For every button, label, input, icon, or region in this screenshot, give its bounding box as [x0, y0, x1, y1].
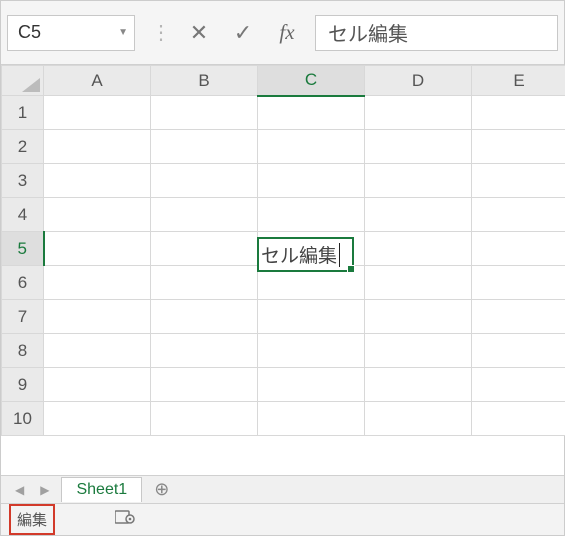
cell[interactable] — [151, 402, 258, 436]
cell[interactable] — [258, 402, 365, 436]
column-header-d[interactable]: D — [365, 66, 472, 96]
column-header-b[interactable]: B — [151, 66, 258, 96]
cell[interactable] — [365, 402, 472, 436]
cell[interactable] — [151, 164, 258, 198]
formula-bar: C5 ▼ ⋮ ✕ ✓ fx セル編集 — [1, 1, 564, 65]
cell[interactable] — [365, 232, 472, 266]
cell[interactable] — [44, 368, 151, 402]
row-header-4[interactable]: 4 — [2, 198, 44, 232]
cell[interactable] — [472, 368, 565, 402]
cell[interactable] — [151, 130, 258, 164]
cell[interactable] — [365, 198, 472, 232]
cell[interactable] — [472, 402, 565, 436]
cell[interactable] — [258, 96, 365, 130]
cell[interactable] — [472, 164, 565, 198]
cell[interactable] — [365, 164, 472, 198]
row-header-7[interactable]: 7 — [2, 300, 44, 334]
cell[interactable] — [151, 198, 258, 232]
cell[interactable] — [151, 266, 258, 300]
active-cell-editor[interactable]: セル編集 — [257, 237, 354, 272]
cell[interactable] — [365, 300, 472, 334]
next-sheet-icon[interactable]: ▶ — [32, 483, 57, 497]
cell[interactable] — [365, 130, 472, 164]
cell[interactable] — [472, 300, 565, 334]
cell[interactable] — [44, 198, 151, 232]
cell[interactable] — [365, 334, 472, 368]
cell[interactable] — [258, 164, 365, 198]
cell[interactable] — [151, 232, 258, 266]
prev-sheet-icon[interactable]: ◀ — [7, 483, 32, 497]
cell[interactable] — [151, 334, 258, 368]
active-cell-value: セル編集 — [261, 241, 337, 268]
cell[interactable] — [44, 334, 151, 368]
cell[interactable] — [151, 300, 258, 334]
row-header-10[interactable]: 10 — [2, 402, 44, 436]
row-header-5[interactable]: 5 — [2, 232, 44, 266]
row-header-9[interactable]: 9 — [2, 368, 44, 402]
macro-record-icon[interactable] — [115, 509, 135, 530]
insert-function-icon[interactable]: fx — [275, 20, 299, 45]
name-box-dropdown-icon[interactable]: ▼ — [118, 28, 128, 38]
row-header-3[interactable]: 3 — [2, 164, 44, 198]
add-sheet-icon[interactable]: ⊕ — [146, 479, 177, 500]
spreadsheet-grid[interactable]: A B C D E 1 2 3 4 5 6 7 8 9 10 セル編集 — [1, 65, 564, 436]
cell[interactable] — [258, 300, 365, 334]
status-bar: 編集 — [1, 503, 564, 535]
cell[interactable] — [472, 130, 565, 164]
cell[interactable] — [44, 402, 151, 436]
column-header-e[interactable]: E — [472, 66, 565, 96]
column-header-a[interactable]: A — [44, 66, 151, 96]
cell[interactable] — [365, 96, 472, 130]
formula-bar-buttons: ✕ ✓ fx — [187, 20, 305, 46]
cell[interactable] — [472, 266, 565, 300]
cell[interactable] — [258, 368, 365, 402]
cell[interactable] — [258, 198, 365, 232]
text-caret — [339, 243, 340, 267]
cell[interactable] — [258, 130, 365, 164]
row-header-1[interactable]: 1 — [2, 96, 44, 130]
cell[interactable] — [44, 232, 151, 266]
formula-input-value: セル編集 — [328, 18, 408, 47]
column-header-c[interactable]: C — [258, 66, 365, 96]
cell[interactable] — [151, 96, 258, 130]
cell[interactable] — [472, 334, 565, 368]
cell[interactable] — [472, 232, 565, 266]
formula-input[interactable]: セル編集 — [315, 15, 558, 51]
name-box[interactable]: C5 ▼ — [7, 15, 135, 51]
sheet-tabs-bar: ◀ ▶ Sheet1 ⊕ — [1, 475, 564, 503]
row-header-6[interactable]: 6 — [2, 266, 44, 300]
cancel-icon[interactable]: ✕ — [187, 20, 211, 46]
row-header-8[interactable]: 8 — [2, 334, 44, 368]
select-all-corner[interactable] — [2, 66, 44, 96]
cell[interactable] — [365, 266, 472, 300]
name-box-value: C5 — [18, 22, 41, 43]
cell[interactable] — [472, 96, 565, 130]
cell[interactable] — [44, 164, 151, 198]
mode-indicator: 編集 — [9, 504, 55, 535]
expand-formula-bar-icon[interactable]: ⋮ — [145, 20, 177, 45]
cell[interactable] — [258, 334, 365, 368]
cell[interactable] — [44, 300, 151, 334]
cell[interactable] — [472, 198, 565, 232]
cell[interactable] — [44, 130, 151, 164]
cell[interactable] — [151, 368, 258, 402]
cell[interactable] — [44, 96, 151, 130]
confirm-icon[interactable]: ✓ — [231, 20, 255, 46]
row-header-2[interactable]: 2 — [2, 130, 44, 164]
cell[interactable] — [365, 368, 472, 402]
sheet-tab-sheet1[interactable]: Sheet1 — [61, 477, 142, 502]
cell[interactable] — [44, 266, 151, 300]
